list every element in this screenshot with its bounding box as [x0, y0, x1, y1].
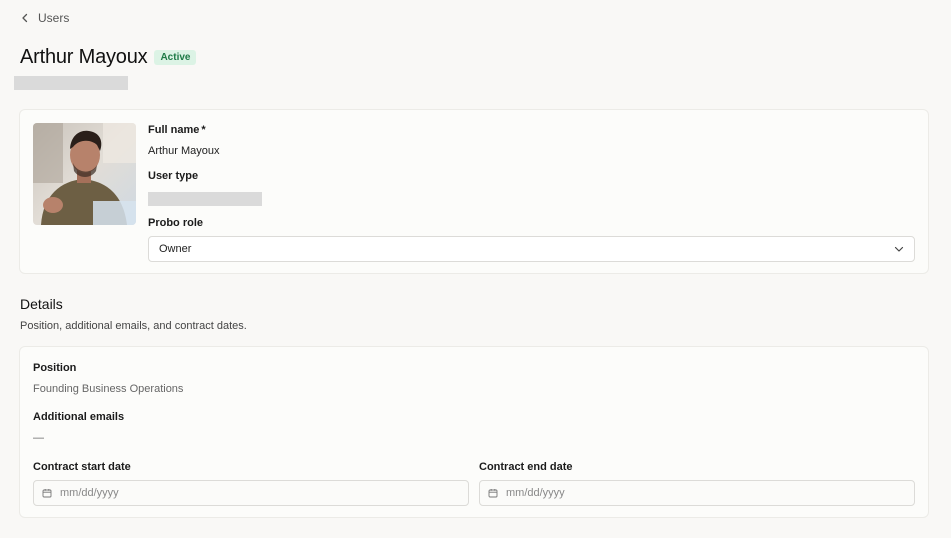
profile-card: Full name * Arthur Mayoux User type Probo… — [19, 109, 929, 274]
back-to-users-link[interactable]: Users — [20, 11, 69, 25]
full-name-value: Arthur Mayoux — [148, 145, 220, 157]
required-mark: * — [201, 124, 206, 136]
additional-emails-value: — — [33, 432, 44, 444]
avatar — [33, 123, 136, 225]
back-link-label: Users — [38, 11, 70, 25]
full-name-label: Full name * — [148, 124, 206, 136]
additional-emails-label: Additional emails — [33, 411, 125, 423]
redacted-email — [14, 76, 128, 90]
details-section-description: Position, additional emails, and contrac… — [20, 320, 247, 332]
contract-end-label: Contract end date — [479, 461, 573, 473]
details-card: Position Founding Business Operations Ad… — [19, 346, 929, 518]
redacted-user-type — [148, 192, 262, 206]
chevron-down-icon — [894, 246, 904, 252]
user-type-label: User type — [148, 170, 199, 182]
role-label: Probo role — [148, 217, 204, 229]
title-row: Arthur Mayoux Active — [20, 46, 197, 69]
position-label: Position — [33, 362, 77, 374]
contract-start-placeholder: mm/dd/yyyy — [60, 487, 119, 499]
calendar-icon — [42, 489, 52, 498]
page-title: Arthur Mayoux — [20, 46, 148, 68]
user-detail-page: Users Arthur Mayoux Active Full name * A… — [0, 0, 951, 538]
position-value: Founding Business Operations — [33, 383, 184, 395]
role-select[interactable]: Owner — [148, 236, 915, 262]
chevron-left-icon — [22, 13, 28, 23]
full-name-label-text: Full name — [148, 124, 200, 136]
status-badge: Active — [154, 50, 197, 65]
contract-start-input[interactable]: mm/dd/yyyy — [33, 480, 469, 506]
details-section-title: Details — [20, 296, 63, 312]
calendar-icon — [488, 489, 498, 498]
role-select-value: Owner — [159, 243, 192, 255]
contract-end-input[interactable]: mm/dd/yyyy — [479, 480, 915, 506]
contract-end-placeholder: mm/dd/yyyy — [506, 487, 565, 499]
contract-start-label: Contract start date — [33, 461, 131, 473]
